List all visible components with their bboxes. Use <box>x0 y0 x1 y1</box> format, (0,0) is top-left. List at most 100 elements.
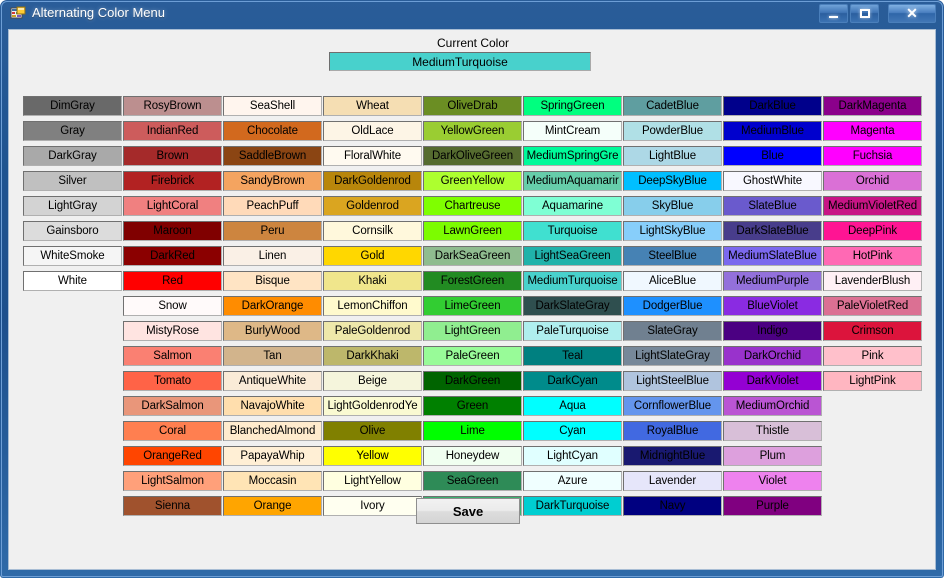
color-button[interactable]: LightPink <box>823 371 922 391</box>
color-button[interactable]: Tomato <box>123 371 222 391</box>
color-button[interactable]: DarkSeaGreen <box>423 246 522 266</box>
color-button[interactable]: PowderBlue <box>623 121 722 141</box>
color-button[interactable]: PaleTurquoise <box>523 321 622 341</box>
color-button[interactable]: RosyBrown <box>123 96 222 116</box>
color-button[interactable]: DarkOrange <box>223 296 322 316</box>
color-button[interactable]: Blue <box>723 146 822 166</box>
color-button[interactable]: DodgerBlue <box>623 296 722 316</box>
color-button[interactable]: Maroon <box>123 221 222 241</box>
color-button[interactable]: Peru <box>223 221 322 241</box>
color-button[interactable]: LightGoldenrodYe <box>323 396 422 416</box>
color-button[interactable]: AliceBlue <box>623 271 722 291</box>
color-button[interactable]: Teal <box>523 346 622 366</box>
color-button[interactable]: GhostWhite <box>723 171 822 191</box>
color-button[interactable]: SteelBlue <box>623 246 722 266</box>
color-button[interactable]: DarkSlateBlue <box>723 221 822 241</box>
color-button[interactable]: LightBlue <box>623 146 722 166</box>
color-button[interactable]: BlueViolet <box>723 296 822 316</box>
color-button[interactable]: DarkBlue <box>723 96 822 116</box>
color-button[interactable]: LawnGreen <box>423 221 522 241</box>
color-button[interactable]: LightCyan <box>523 446 622 466</box>
color-button[interactable]: DimGray <box>23 96 122 116</box>
color-button[interactable]: MediumOrchid <box>723 396 822 416</box>
color-button[interactable]: Coral <box>123 421 222 441</box>
color-button[interactable]: CornflowerBlue <box>623 396 722 416</box>
color-button[interactable]: ForestGreen <box>423 271 522 291</box>
color-button[interactable]: Snow <box>123 296 222 316</box>
color-button[interactable]: FloralWhite <box>323 146 422 166</box>
color-button[interactable]: DarkGoldenrod <box>323 171 422 191</box>
color-button[interactable]: MintCream <box>523 121 622 141</box>
close-button[interactable]: ✕ <box>888 4 936 23</box>
color-button[interactable]: Gainsboro <box>23 221 122 241</box>
color-button[interactable]: Cornsilk <box>323 221 422 241</box>
color-button[interactable]: Pink <box>823 346 922 366</box>
color-button[interactable]: HotPink <box>823 246 922 266</box>
color-button[interactable]: LightSeaGreen <box>523 246 622 266</box>
color-button[interactable]: MediumSpringGre <box>523 146 622 166</box>
color-button[interactable]: Purple <box>723 496 822 516</box>
color-button[interactable]: Gold <box>323 246 422 266</box>
color-button[interactable]: MediumVioletRed <box>823 196 922 216</box>
color-button[interactable]: Beige <box>323 371 422 391</box>
color-button[interactable]: Moccasin <box>223 471 322 491</box>
color-button[interactable]: CadetBlue <box>623 96 722 116</box>
color-button[interactable]: Red <box>123 271 222 291</box>
color-button[interactable]: DarkCyan <box>523 371 622 391</box>
color-button[interactable]: RoyalBlue <box>623 421 722 441</box>
color-button[interactable]: NavajoWhite <box>223 396 322 416</box>
color-button[interactable]: Violet <box>723 471 822 491</box>
color-button[interactable]: Cyan <box>523 421 622 441</box>
color-button[interactable]: Firebrick <box>123 171 222 191</box>
color-button[interactable]: PaleGoldenrod <box>323 321 422 341</box>
color-button[interactable]: Lime <box>423 421 522 441</box>
color-button[interactable]: AntiqueWhite <box>223 371 322 391</box>
color-button[interactable]: Linen <box>223 246 322 266</box>
color-button[interactable]: MidnightBlue <box>623 446 722 466</box>
color-button[interactable]: SlateGray <box>623 321 722 341</box>
color-button[interactable]: LightCoral <box>123 196 222 216</box>
color-button[interactable]: Chartreuse <box>423 196 522 216</box>
color-button[interactable]: OldLace <box>323 121 422 141</box>
maximize-button[interactable] <box>850 4 879 23</box>
color-button[interactable]: SpringGreen <box>523 96 622 116</box>
color-button[interactable]: DarkOliveGreen <box>423 146 522 166</box>
color-button[interactable]: LightGreen <box>423 321 522 341</box>
color-button[interactable]: Aqua <box>523 396 622 416</box>
color-button[interactable]: Turquoise <box>523 221 622 241</box>
color-button[interactable]: Crimson <box>823 321 922 341</box>
color-button[interactable]: WhiteSmoke <box>23 246 122 266</box>
color-button[interactable]: Silver <box>23 171 122 191</box>
color-button[interactable]: Magenta <box>823 121 922 141</box>
color-button[interactable]: BurlyWood <box>223 321 322 341</box>
color-button[interactable]: LightSteelBlue <box>623 371 722 391</box>
color-button[interactable]: Olive <box>323 421 422 441</box>
color-button[interactable]: DarkMagenta <box>823 96 922 116</box>
color-button[interactable]: LemonChiffon <box>323 296 422 316</box>
color-button[interactable]: DarkViolet <box>723 371 822 391</box>
color-button[interactable]: DeepSkyBlue <box>623 171 722 191</box>
color-button[interactable]: DarkOrchid <box>723 346 822 366</box>
color-button[interactable]: Thistle <box>723 421 822 441</box>
color-button[interactable]: DarkSlateGray <box>523 296 622 316</box>
color-button[interactable]: Yellow <box>323 446 422 466</box>
color-button[interactable]: MistyRose <box>123 321 222 341</box>
color-button[interactable]: Khaki <box>323 271 422 291</box>
color-button[interactable]: SeaShell <box>223 96 322 116</box>
color-button[interactable]: LimeGreen <box>423 296 522 316</box>
color-button[interactable]: Bisque <box>223 271 322 291</box>
color-button[interactable]: DarkSalmon <box>123 396 222 416</box>
color-button[interactable]: Plum <box>723 446 822 466</box>
color-button[interactable]: DarkTurquoise <box>523 496 622 516</box>
color-button[interactable]: SeaGreen <box>423 471 522 491</box>
color-button[interactable]: LightSlateGray <box>623 346 722 366</box>
color-button[interactable]: LavenderBlush <box>823 271 922 291</box>
color-button[interactable]: MediumAquamarir <box>523 171 622 191</box>
color-button[interactable]: DarkRed <box>123 246 222 266</box>
color-button[interactable]: GreenYellow <box>423 171 522 191</box>
save-button[interactable]: Save <box>416 498 520 524</box>
title-bar[interactable]: Alternating Color Menu ✕ <box>0 0 944 29</box>
color-button[interactable]: Tan <box>223 346 322 366</box>
color-button[interactable]: PapayaWhip <box>223 446 322 466</box>
color-button[interactable]: Orange <box>223 496 322 516</box>
